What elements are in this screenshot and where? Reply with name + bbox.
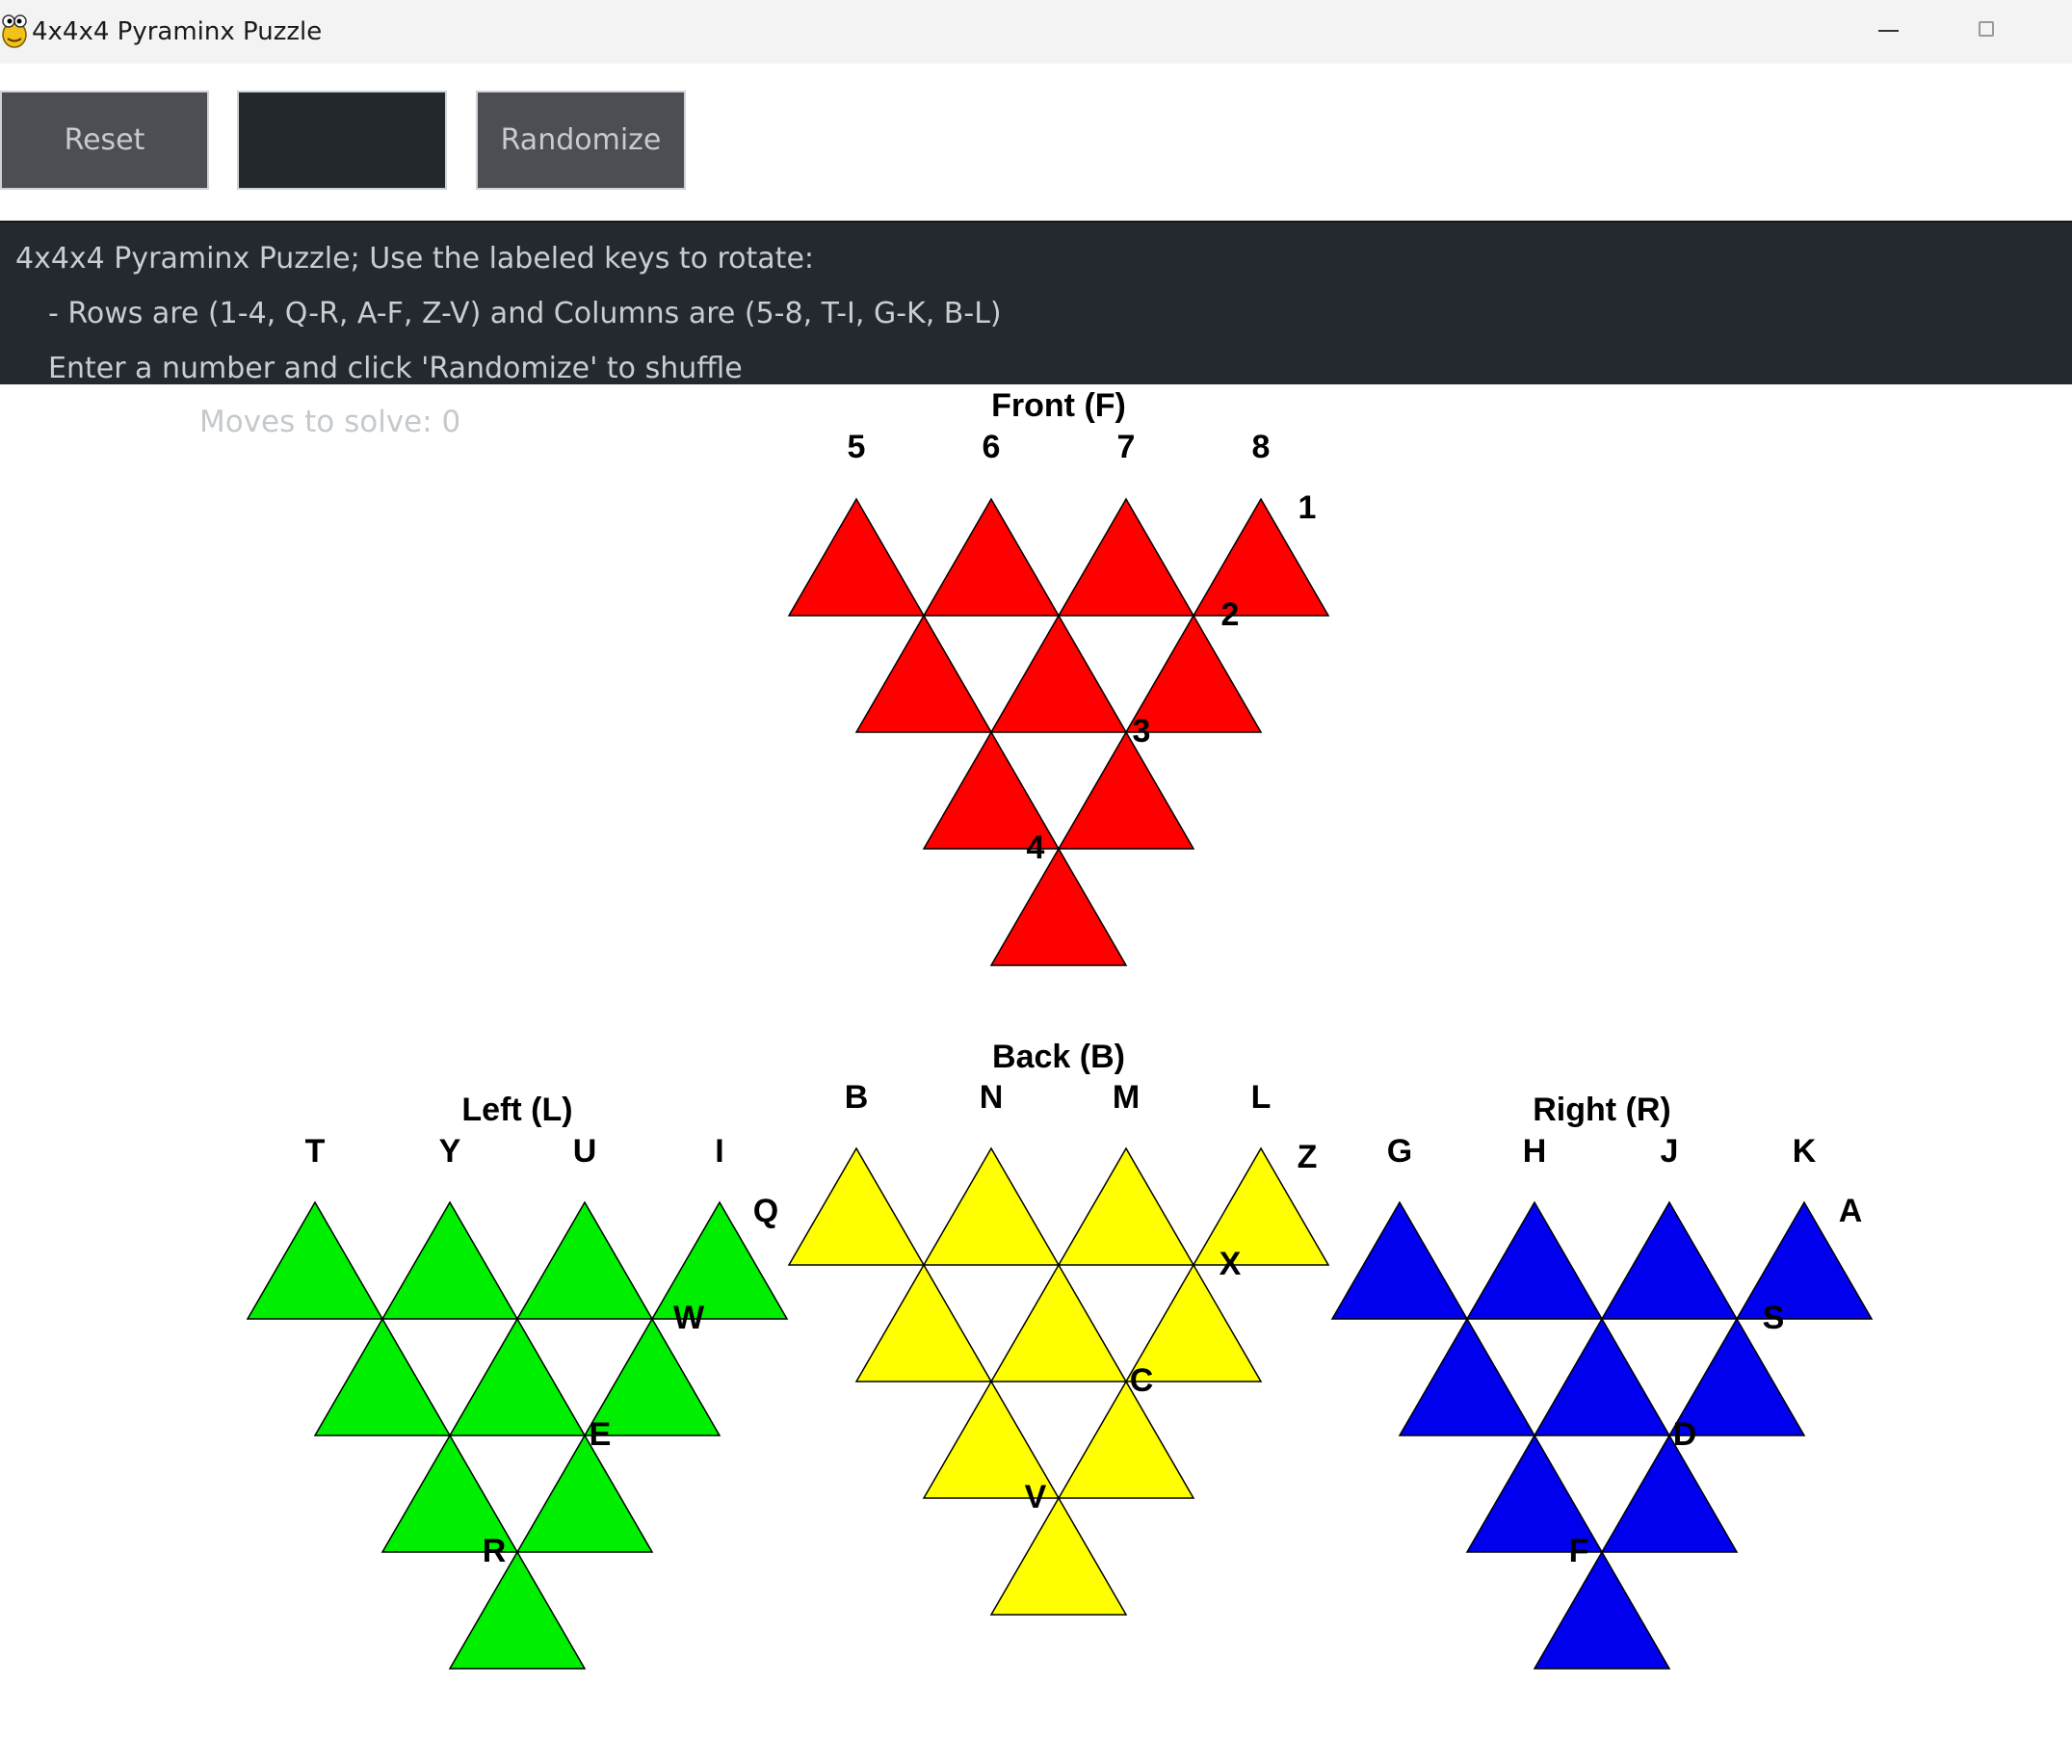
face-title-right: Right (R) (1533, 1092, 1671, 1128)
sticker-right[interactable] (1398, 1317, 1536, 1436)
face-right[interactable]: Right (R) G H J KA S D F (1330, 1092, 1874, 1670)
sticker-front[interactable] (854, 614, 993, 733)
sticker-right[interactable] (1600, 1200, 1739, 1320)
column-key-label[interactable]: G (1387, 1133, 1412, 1170)
column-key-label[interactable]: N (980, 1079, 1004, 1116)
pyraminx-board[interactable]: Front (F) 5 6 7 81 2 3 4 Back (B) B N M LZ X C V Left (L… (0, 0, 2072, 1764)
column-key-label[interactable]: M (1113, 1079, 1140, 1116)
face-title-front: Front (F) (991, 387, 1126, 424)
column-key-label[interactable]: K (1793, 1133, 1817, 1170)
column-key-label[interactable]: U (573, 1133, 597, 1170)
column-key-label[interactable]: 5 (848, 429, 866, 465)
row-key-label[interactable]: W (673, 1300, 705, 1336)
sticker-back[interactable] (787, 1146, 926, 1266)
column-key-label[interactable]: B (845, 1079, 869, 1116)
sticker-left[interactable] (448, 1550, 587, 1670)
sticker-right[interactable] (1533, 1550, 1671, 1670)
sticker-back[interactable] (1057, 1380, 1195, 1499)
sticker-right[interactable] (1330, 1200, 1469, 1320)
sticker-front[interactable] (1057, 497, 1195, 617)
column-key-label[interactable]: I (715, 1133, 723, 1170)
face-front[interactable]: Front (F) 5 6 7 81 2 3 4 (787, 387, 1330, 966)
sticker-back[interactable] (1057, 1146, 1195, 1266)
sticker-right[interactable] (1600, 1434, 1739, 1553)
column-key-label[interactable]: 7 (1117, 429, 1136, 465)
column-key-label[interactable]: Y (439, 1133, 461, 1170)
row-key-label[interactable]: V (1025, 1479, 1047, 1515)
row-key-label[interactable]: 4 (1027, 829, 1045, 866)
sticker-back[interactable] (854, 1263, 993, 1382)
row-key-label[interactable]: 1 (1298, 489, 1317, 526)
row-key-label[interactable]: Q (753, 1193, 778, 1229)
column-key-label[interactable]: H (1523, 1133, 1547, 1170)
sticker-left[interactable] (380, 1200, 519, 1320)
row-key-label[interactable]: A (1839, 1193, 1863, 1229)
row-key-label[interactable]: 2 (1221, 596, 1240, 633)
row-key-label[interactable]: X (1220, 1246, 1242, 1282)
sticker-right[interactable] (1465, 1200, 1604, 1320)
sticker-front[interactable] (989, 847, 1128, 966)
row-key-label[interactable]: E (590, 1416, 612, 1453)
sticker-back[interactable] (989, 1496, 1128, 1616)
row-key-label[interactable]: R (483, 1533, 507, 1569)
sticker-right[interactable] (1533, 1317, 1671, 1436)
sticker-left[interactable] (246, 1200, 384, 1320)
column-key-label[interactable]: 6 (983, 429, 1001, 465)
column-key-label[interactable]: J (1661, 1133, 1679, 1170)
sticker-front[interactable] (922, 497, 1061, 617)
sticker-left[interactable] (313, 1317, 452, 1436)
sticker-front[interactable] (787, 497, 926, 617)
sticker-front[interactable] (989, 614, 1128, 733)
face-title-back: Back (B) (992, 1039, 1125, 1075)
row-key-label[interactable]: D (1673, 1416, 1697, 1453)
column-key-label[interactable]: 8 (1252, 429, 1271, 465)
row-key-label[interactable]: C (1130, 1362, 1154, 1399)
row-key-label[interactable]: Z (1298, 1139, 1318, 1175)
sticker-left[interactable] (515, 1200, 654, 1320)
face-title-left: Left (L) (461, 1092, 572, 1128)
column-key-label[interactable]: L (1251, 1079, 1272, 1116)
sticker-back[interactable] (922, 1146, 1061, 1266)
sticker-left[interactable] (448, 1317, 587, 1436)
row-key-label[interactable]: S (1763, 1300, 1785, 1336)
face-left[interactable]: Left (L) T Y U IQ W E R (246, 1092, 789, 1670)
sticker-back[interactable] (989, 1263, 1128, 1382)
face-back[interactable]: Back (B) B N M LZ X C V (787, 1039, 1330, 1616)
row-key-label[interactable]: 3 (1133, 713, 1151, 750)
row-key-label[interactable]: F (1569, 1533, 1589, 1569)
sticker-left[interactable] (515, 1434, 654, 1553)
column-key-label[interactable]: T (305, 1133, 326, 1170)
sticker-front[interactable] (1057, 730, 1195, 850)
